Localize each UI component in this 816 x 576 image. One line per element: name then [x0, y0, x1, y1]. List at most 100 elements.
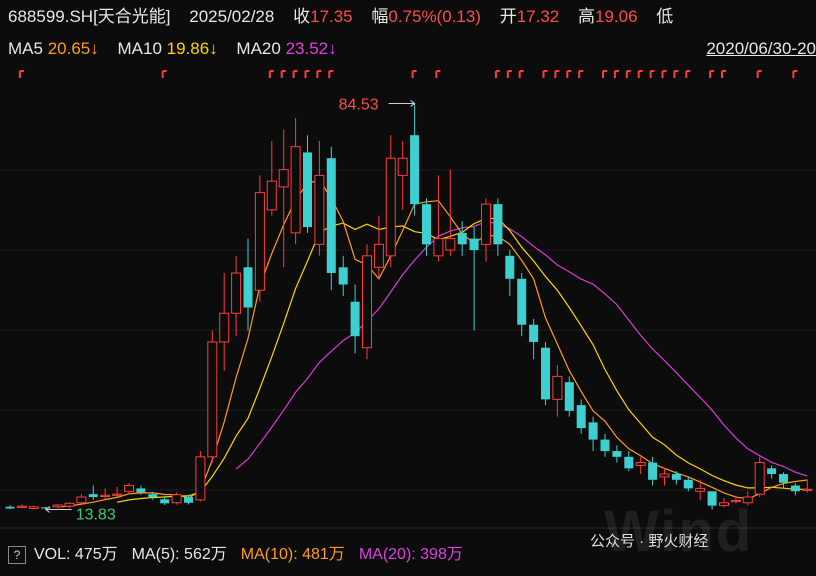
marker-tick [506, 70, 512, 78]
marker-tick [709, 70, 715, 78]
candle-body [505, 255, 515, 279]
candle-body [410, 135, 420, 205]
candle-body [136, 488, 146, 493]
candle-body [779, 474, 788, 483]
stock-code[interactable]: 688599.SH[天合光能] [8, 6, 171, 28]
candle-body [648, 462, 658, 480]
volume-ma10: MA(10): 481万 [240, 546, 345, 563]
candle-body [76, 496, 87, 504]
candle-body [445, 238, 456, 251]
marker-tick [435, 70, 441, 78]
candle-body [148, 494, 158, 498]
candle-body [671, 474, 681, 480]
open-label: 开 [499, 7, 517, 26]
marker-tick [792, 70, 798, 78]
ma5-label: MA5 [8, 39, 43, 58]
candle-body [600, 439, 610, 452]
marker-tick [304, 70, 310, 78]
candle-body [195, 456, 206, 501]
marker-tick [721, 70, 726, 78]
marker-tick [566, 70, 572, 78]
change-value: 0.75%(0.13) [388, 7, 481, 26]
marker-tick [542, 70, 548, 78]
candle-body [266, 180, 277, 211]
candle-body [326, 158, 336, 274]
candle-body [64, 502, 75, 507]
candle-body [564, 382, 574, 411]
candle-body [338, 267, 348, 285]
candle-body [695, 487, 706, 492]
marker-tick [637, 70, 643, 78]
marker-tick [316, 70, 322, 78]
marker-tick [578, 70, 584, 78]
marker-tick [613, 70, 619, 78]
candle-body [493, 204, 503, 245]
candle-body [254, 192, 265, 291]
candle-body [422, 204, 431, 245]
marker-tick [756, 70, 762, 78]
ma10-label: MA10 [117, 39, 162, 58]
candle-body [469, 238, 479, 251]
open-value: 17.32 [516, 7, 560, 26]
marker-tick [18, 70, 24, 78]
ma20-value: 23.52↓ [285, 39, 337, 58]
candle-body [16, 505, 27, 508]
date-range[interactable]: 2020/06/30-20 [706, 38, 816, 60]
candle-body [5, 506, 15, 509]
candle-body [290, 146, 301, 234]
candle-body [231, 272, 242, 314]
candle-body [219, 312, 230, 343]
ma5-value: 20.65↓ [47, 39, 99, 58]
marker-tick [292, 70, 298, 78]
ma10-line [116, 217, 808, 503]
marker-tick [625, 70, 631, 78]
candle-body [243, 267, 253, 308]
change-label: 幅 [371, 7, 389, 26]
candle-body [457, 232, 467, 245]
marker-tick [649, 70, 655, 78]
max-price-label: 84.53 [339, 96, 379, 113]
candlestick-chart: 84.53 13.83 [0, 70, 816, 529]
candle-body [28, 506, 39, 510]
candle-body [659, 473, 670, 478]
marker-tick [685, 70, 691, 78]
ma20-label: MA20 [236, 39, 281, 58]
candle-body [576, 405, 586, 429]
ma5-path [57, 179, 808, 508]
volume-ma20: MA(20): 398万 [358, 546, 463, 563]
quote-date: 2025/02/28 [189, 7, 275, 26]
candle-body [767, 468, 777, 475]
min-price-label: 13.83 [76, 506, 116, 523]
candle-body [612, 451, 622, 457]
max-arrow [388, 100, 416, 107]
candle-body [635, 462, 646, 466]
marker-tick [268, 70, 274, 78]
low-label: 低 [656, 7, 674, 26]
ma10-value: 19.86↓ [166, 39, 218, 58]
close-label: 收 [293, 7, 311, 26]
candle-body [790, 485, 800, 492]
candles [5, 103, 813, 510]
volume-ma5: MA(5): 562万 [131, 546, 227, 563]
candle-body [552, 375, 563, 400]
candle-body [385, 157, 396, 257]
high-value: 19.06 [595, 7, 638, 26]
candle-body [184, 497, 193, 503]
candle-body [433, 238, 444, 257]
candle-body [350, 301, 360, 337]
help-icon[interactable]: ? [8, 546, 26, 564]
candle-body [52, 504, 63, 508]
candle-body [517, 278, 527, 325]
grid [0, 169, 816, 529]
candle-body [624, 456, 634, 469]
marker-tick [602, 70, 607, 78]
candle-body [481, 203, 491, 245]
candle-body [683, 479, 693, 489]
marker-tick [280, 70, 286, 78]
marker-tick [161, 70, 167, 78]
candle-body [397, 157, 408, 176]
candle-body [802, 488, 813, 491]
candle-body [171, 494, 182, 504]
candle-body [124, 485, 134, 492]
candle-body [314, 174, 325, 245]
